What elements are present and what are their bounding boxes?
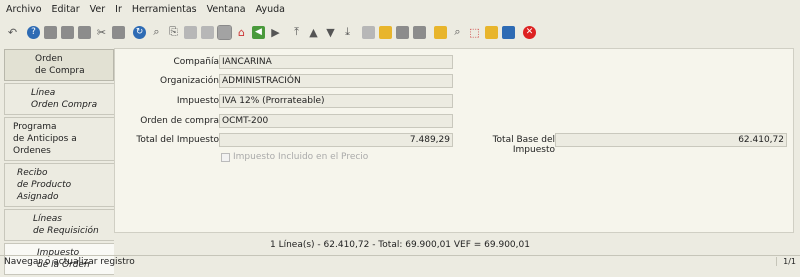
delete-selection-icon[interactable]: ✂ [95, 26, 108, 39]
save-icon[interactable] [112, 25, 125, 39]
tab-label-line2: Orden Compra [31, 100, 98, 110]
attachment-icon[interactable]: ⎘ [167, 25, 180, 39]
refresh-icon[interactable]: ↻ [133, 25, 146, 39]
tax-included-checkbox[interactable]: Impuesto Incluido en el Precio [221, 152, 368, 162]
status-message: Navegar o actualizar registro [4, 257, 135, 267]
tab-programa-anticipos[interactable]: Programa de Anticipos a Ordenes [4, 117, 114, 161]
chat-icon[interactable] [184, 25, 197, 39]
zoom-across-icon[interactable]: ⌕ [451, 25, 464, 39]
active-workflows-icon[interactable]: ⬚ [468, 26, 481, 39]
record-summary: 1 Línea(s) - 62.410,72 - Total: 69.900,0… [270, 240, 530, 250]
tax-total-field[interactable]: 7.489,29 [219, 133, 453, 147]
print-icon[interactable] [413, 25, 426, 39]
menu-ayuda[interactable]: Ayuda [256, 4, 285, 15]
tab-orden-de-compra[interactable]: Orden de Compra [4, 49, 114, 81]
menu-ir[interactable]: Ir [115, 4, 122, 15]
checkbox-box[interactable] [221, 152, 230, 162]
last-record-icon[interactable]: ⤓ [341, 25, 354, 39]
previous-record-icon[interactable]: ▲ [307, 26, 320, 39]
lock-icon[interactable] [434, 25, 447, 39]
record-panel: Compañía IANCARINA Organización ADMINIST… [114, 48, 794, 233]
menu-editar[interactable]: Editar [52, 4, 80, 15]
help-icon[interactable]: ? [27, 25, 40, 39]
close-window-icon[interactable]: ✕ [523, 25, 536, 39]
menu-ver[interactable]: Ver [90, 4, 106, 15]
find-icon[interactable]: ⌕ [150, 25, 163, 39]
page-indicator: 1/1 [776, 257, 796, 266]
tab-label-line2: de Compra [35, 66, 85, 76]
history-icon[interactable] [201, 25, 214, 39]
forward-icon[interactable]: ▶ [269, 26, 282, 39]
tab-lineas-requisicion[interactable]: Líneas de Requisición [4, 209, 114, 241]
menu-bar: Archivo Editar Ver Ir Herramientas Venta… [0, 0, 800, 18]
tax-field[interactable]: IVA 12% (Prorrateable) [219, 94, 453, 108]
purchase-order-label: Orden de compra [140, 116, 219, 126]
tax-total-label: Total del Impuesto [136, 135, 219, 145]
tab-recibo-producto-asignado[interactable]: Recibo de Producto Asignado [4, 163, 114, 207]
tax-included-label: Impuesto Incluido en el Precio [233, 152, 369, 162]
back-icon[interactable]: ◀ [252, 25, 265, 39]
copy-icon[interactable] [61, 25, 74, 39]
base-total-label: Total Base del Impuesto [492, 135, 555, 155]
tab-label-line2: de Requisición [33, 226, 99, 236]
product-info-icon[interactable] [502, 25, 515, 39]
company-label: Compañía [173, 57, 219, 67]
tab-label-line1: Recibo [17, 168, 48, 178]
toolbar: ↶ ? ✂ ↻ ⌕ ⎘ ⌂ ◀ ▶ ⤒ ▲ ▼ ⤓ ⌕ ⬚ ✕ [0, 20, 800, 44]
grid-toggle-icon[interactable] [217, 24, 232, 40]
menu-herramientas[interactable]: Herramientas [132, 4, 197, 15]
status-bar: Navegar o actualizar registro 1/1 [0, 255, 800, 269]
company-field[interactable]: IANCARINA [219, 55, 453, 69]
organization-field[interactable]: ADMINISTRACIÓN [219, 74, 453, 88]
next-record-icon[interactable]: ▼ [324, 26, 337, 39]
tab-label-line2: de Anticipos a Ordenes [13, 134, 77, 156]
first-record-icon[interactable]: ⤒ [290, 25, 303, 39]
delete-icon[interactable] [78, 25, 91, 39]
tax-label: Impuesto [176, 96, 219, 106]
print-preview-icon[interactable] [396, 25, 409, 39]
report-icon[interactable] [362, 25, 375, 39]
tab-linea-orden-compra[interactable]: Línea Orden Compra [4, 83, 114, 115]
archive-icon[interactable] [379, 25, 392, 39]
organization-label: Organización [160, 76, 219, 86]
new-icon[interactable] [44, 25, 57, 39]
tab-label-line2: de Producto Asignado [17, 180, 72, 202]
tab-label-line1: Líneas [33, 214, 62, 224]
tab-label-line1: Línea [31, 88, 56, 98]
menu-archivo[interactable]: Archivo [6, 4, 42, 15]
requests-icon[interactable] [485, 25, 498, 39]
undo-icon[interactable]: ↶ [6, 26, 19, 39]
tab-label-line1: Orden [35, 54, 63, 64]
purchase-order-field[interactable]: OCMT-200 [219, 114, 453, 128]
home-icon[interactable]: ⌂ [235, 26, 248, 39]
base-total-field[interactable]: 62.410,72 [555, 133, 787, 147]
tab-label-line1: Programa [13, 122, 57, 132]
menu-ventana[interactable]: Ventana [207, 4, 246, 15]
